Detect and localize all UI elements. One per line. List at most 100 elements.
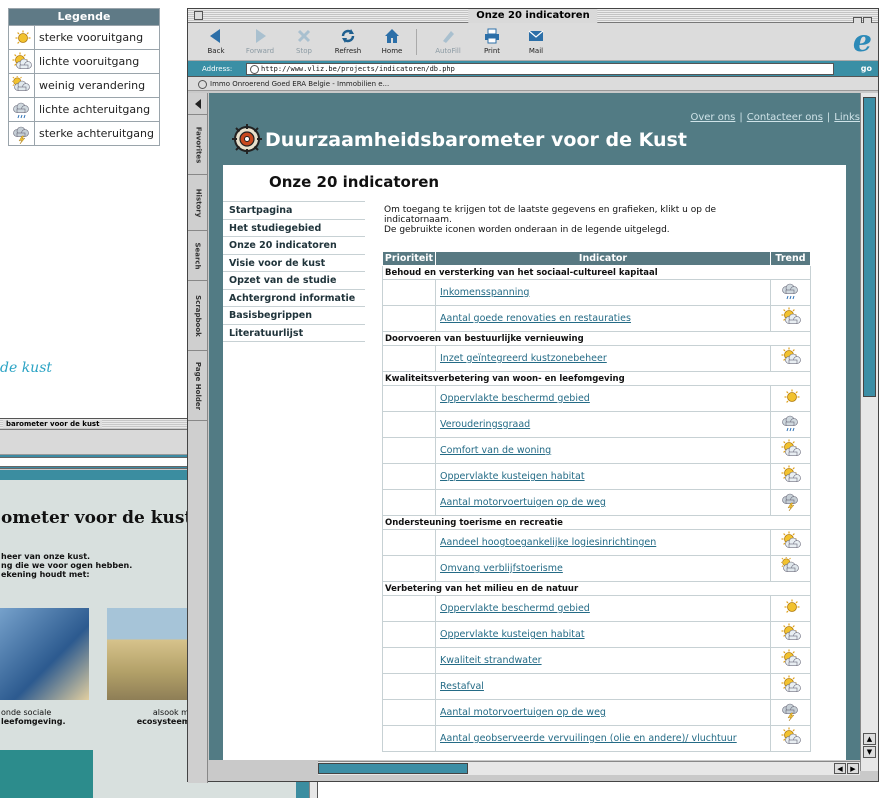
indicator-link[interactable]: Inzet geïntegreerd kustzonebeheer	[440, 353, 607, 364]
indicator-link[interactable]: Kwaliteit strandwater	[440, 655, 542, 666]
toolbar-print-button[interactable]: Print	[470, 25, 514, 55]
indicator-table-body: Behoud en versterking van het sociaal-cu…	[382, 265, 811, 752]
toolbar-button-label: Home	[381, 47, 403, 55]
indicator-link[interactable]: Restafval	[440, 681, 484, 692]
nav-item[interactable]: Literatuurlijst	[223, 325, 365, 342]
trend-cell	[770, 463, 811, 490]
toolbar-button-label: Mail	[528, 47, 544, 55]
nav-item[interactable]: Startpagina	[223, 202, 365, 220]
indicator-link[interactable]: Comfort van de woning	[440, 445, 551, 456]
side-tab-list: Favorites History Search Scrapbook Page Hold…	[188, 115, 208, 421]
side-tab-scrapbook[interactable]: Scrapbook	[188, 281, 208, 351]
sun-cloud-icon	[781, 623, 801, 646]
background-page-text: heer van onze kust. ng die we voor ogen …	[1, 552, 132, 579]
priority-cell	[382, 385, 436, 412]
toolbar-button-label: Forward	[245, 47, 275, 55]
table-header-row: Prioriteit Indicator Trend	[382, 251, 811, 266]
indicator-cell: Restafval	[435, 673, 771, 700]
go-button[interactable]: go	[861, 61, 872, 77]
sun-cloud-icon	[781, 675, 801, 698]
nav-item[interactable]: Opzet van de studie	[223, 272, 365, 290]
indicator-link[interactable]: Oppervlakte kusteigen habitat	[440, 471, 585, 482]
table-section-row: Doorvoeren van bestuurlijke vernieuwing	[382, 331, 811, 346]
trend-cell	[770, 621, 811, 648]
favorites-bar-item[interactable]: Immo Onroerend Goed ERA Belgie - Immobil…	[210, 80, 389, 88]
scroll-right-arrow-icon[interactable]: ▶	[847, 763, 859, 774]
vertical-scrollbar[interactable]: ▲ ▼	[860, 93, 878, 771]
trend-cell	[770, 699, 811, 726]
window-title: Onze 20 indicatoren	[468, 9, 598, 23]
address-label: Address:	[202, 65, 233, 73]
priority-cell	[382, 647, 436, 674]
side-tab-search[interactable]: Search	[188, 231, 208, 281]
sun-icon	[9, 26, 35, 49]
browser-toolbar: Back Forward Stop Refresh Home AutoFill Print M…	[188, 23, 878, 61]
address-input[interactable]: http://www.vliz.be/projects/indicatoren/…	[246, 63, 834, 75]
text-line: ekening houdt met:	[1, 570, 90, 579]
sun-cloud-icon	[781, 531, 801, 554]
indicator-link[interactable]: Omvang verblijfstoerisme	[440, 563, 563, 574]
nav-item[interactable]: Basisbegrippen	[223, 307, 365, 325]
nav-item[interactable]: Visie voor de kust	[223, 255, 365, 272]
link-links[interactable]: Links	[834, 112, 860, 123]
toolbar-stop-button[interactable]: Stop	[282, 25, 326, 55]
toolbar-home-button[interactable]: Home	[370, 25, 414, 55]
legend-item: lichte achteruitgang	[9, 97, 159, 121]
indicator-link[interactable]: Aantal geobserveerde vervuilingen (olie …	[440, 733, 737, 744]
nav-item[interactable]: Het studiegebied	[223, 220, 365, 237]
scroll-up-arrow-icon[interactable]: ▲	[863, 733, 876, 745]
link-over-ons[interactable]: Over ons	[690, 112, 735, 123]
priority-cell	[382, 437, 436, 464]
link-contacteer-ons[interactable]: Contacteer ons	[747, 112, 823, 123]
indicator-link[interactable]: Oppervlakte beschermd gebied	[440, 603, 590, 614]
indicator-link[interactable]: Verouderingsgraad	[440, 419, 530, 430]
table-row: Inzet geïntegreerd kustzonebeheer	[382, 345, 811, 372]
intro-line: Om toegang te krijgen tot de laatste geg…	[384, 205, 717, 215]
priority-cell	[382, 489, 436, 516]
scroll-left-arrow-icon[interactable]: ◀	[834, 763, 846, 774]
priority-cell	[382, 673, 436, 700]
nav-item[interactable]: Achtergrond informatie	[223, 290, 365, 307]
indicator-link[interactable]: Aantal motorvoertuigen op de weg	[440, 707, 606, 718]
toolbar-back-button[interactable]: Back	[194, 25, 238, 55]
col-header-trend: Trend	[770, 251, 811, 266]
legend-panel: Legende sterke vooruitgang lichte vooruit…	[8, 8, 160, 146]
close-box-icon[interactable]	[194, 11, 203, 20]
table-row: Omvang verblijfstoerisme	[382, 555, 811, 582]
decorative-photo	[0, 750, 93, 798]
indicator-link[interactable]: Oppervlakte kusteigen habitat	[440, 629, 585, 640]
side-tab-history[interactable]: History	[188, 175, 208, 231]
toolbar-refresh-button[interactable]: Refresh	[326, 25, 370, 55]
indicator-cell: Oppervlakte beschermd gebied	[435, 385, 771, 412]
table-row: Oppervlakte beschermd gebied	[382, 595, 811, 622]
section-title: Doorvoeren van bestuurlijke vernieuwing	[382, 331, 811, 346]
indicator-link[interactable]: Inkomensspanning	[440, 287, 529, 298]
indicator-link[interactable]: Oppervlakte beschermd gebied	[440, 393, 590, 404]
indicator-cell: Aandeel hoogtoegankelijke logiesinrichti…	[435, 529, 771, 556]
legend-item: weinig verandering	[9, 73, 159, 97]
trend-cell	[770, 529, 811, 556]
section-title: Kwaliteitsverbetering van woon- en leefo…	[382, 371, 811, 386]
horizontal-scroll-thumb[interactable]	[318, 763, 468, 774]
forward-icon	[238, 25, 282, 47]
indicator-link[interactable]: Aantal goede renovaties en restauraties	[440, 313, 631, 324]
horizontal-scrollbar[interactable]: ◀ ▶	[318, 761, 860, 775]
indicator-link[interactable]: Aantal motorvoertuigen op de weg	[440, 497, 606, 508]
browser-window: Onze 20 indicatoren Back Forward Stop Refre…	[187, 8, 879, 783]
side-tab-favorites[interactable]: Favorites	[188, 115, 208, 175]
section-title: Verbetering van het milieu en de natuur	[382, 581, 811, 596]
toolbar-forward-button[interactable]: Forward	[238, 25, 282, 55]
toolbar-mail-button[interactable]: Mail	[514, 25, 558, 55]
col-header-prioriteit: Prioriteit	[382, 251, 436, 266]
side-tab-page-holder[interactable]: Page Holder	[188, 351, 208, 421]
vertical-scroll-thumb[interactable]	[863, 97, 876, 397]
priority-cell	[382, 595, 436, 622]
indicator-link[interactable]: Aandeel hoogtoegankelijke logiesinrichti…	[440, 537, 656, 548]
window-titlebar[interactable]: Onze 20 indicatoren	[188, 9, 878, 26]
side-tab-toggle[interactable]	[188, 93, 208, 115]
table-section-row: Behoud en versterking van het sociaal-cu…	[382, 265, 811, 280]
nav-item[interactable]: Onze 20 indicatoren	[223, 237, 365, 255]
toolbar-autofill-button[interactable]: AutoFill	[426, 25, 470, 55]
col-header-indicator: Indicator	[435, 251, 771, 266]
scroll-down-arrow-icon[interactable]: ▼	[863, 746, 876, 758]
